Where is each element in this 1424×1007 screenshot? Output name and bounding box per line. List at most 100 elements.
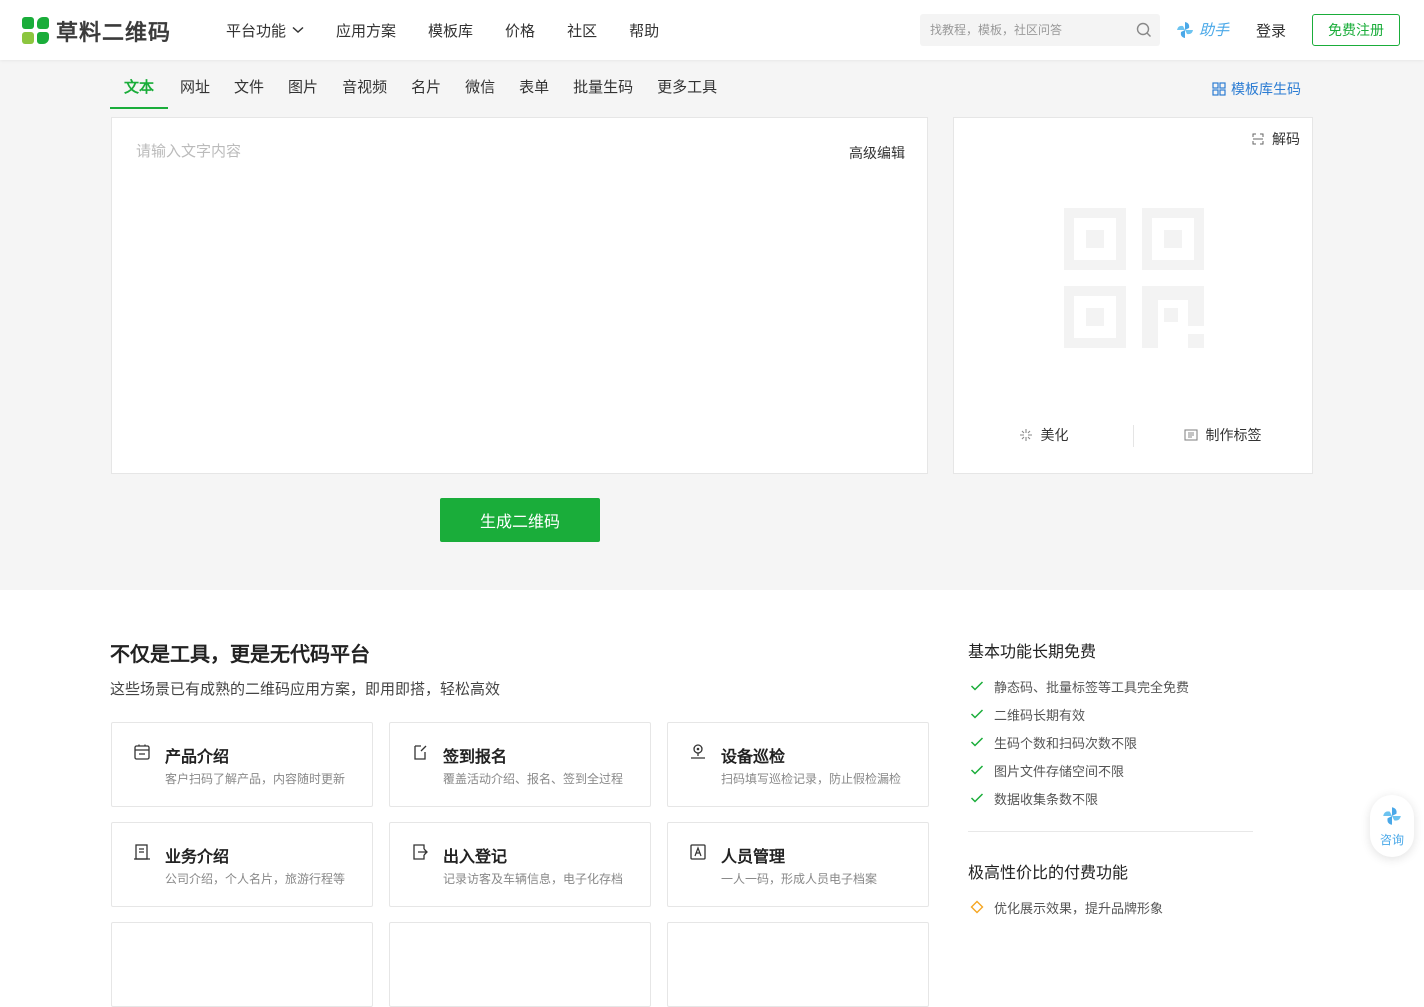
login-link[interactable]: 登录 [1256, 20, 1286, 41]
card-description: 公司介绍，个人名片，旅游行程等 [165, 872, 346, 886]
solution-card-business[interactable]: 业务介绍 公司介绍，个人名片，旅游行程等 [111, 822, 373, 907]
nav-label: 平台功能 [226, 22, 287, 40]
tab-file[interactable]: 文件 [222, 60, 276, 108]
solution-card-partial[interactable] [389, 922, 651, 1007]
consult-label: 咨询 [1379, 832, 1404, 847]
text-editor-panel: 高级编辑 [111, 117, 928, 474]
nav-community[interactable]: 社区 [567, 20, 597, 41]
card-title: 产品介绍 [165, 749, 230, 766]
advanced-edit-button[interactable]: 高级编辑 [849, 143, 905, 163]
nav-solutions[interactable]: 应用方案 [336, 20, 396, 41]
search-icon[interactable] [1136, 22, 1152, 38]
personnel-icon [690, 844, 706, 860]
card-description: 一人一码，形成人员电子档案 [721, 872, 878, 886]
card-title: 人员管理 [721, 849, 786, 866]
nav-pricing[interactable]: 价格 [505, 20, 535, 41]
tab-text[interactable]: 文本 [110, 60, 169, 109]
nav-label: 社区 [567, 22, 598, 40]
tab-image[interactable]: 图片 [276, 60, 330, 108]
logo[interactable]: 草料二维码 [22, 15, 171, 47]
diamond-icon [970, 900, 984, 914]
scan-icon [1252, 133, 1264, 145]
check-icon [970, 709, 984, 719]
card-title: 业务介绍 [165, 849, 230, 866]
feature-text: 二维码长期有效 [994, 707, 1086, 723]
feature-text: 静态码、批量标签等工具完全免费 [994, 679, 1190, 695]
card-title: 设备巡检 [721, 749, 786, 766]
free-features-list: 静态码、批量标签等工具完全免费 二维码长期有效 生码个数和扫码次数不限 图片文件… [970, 672, 1189, 812]
grid-icon [1212, 82, 1226, 96]
tab-audio-video[interactable]: 音视频 [330, 60, 399, 108]
free-features-title: 基本功能长期免费 [968, 644, 1097, 661]
qr-placeholder-icon [1064, 208, 1204, 348]
list-item: 优化展示效果，提升品牌形象 [970, 893, 1163, 921]
signup-icon [414, 745, 427, 760]
list-item: 数据收集条数不限 [970, 784, 1189, 812]
tab-batch[interactable]: 批量生码 [561, 60, 645, 108]
check-icon [970, 737, 984, 747]
feature-text: 优化展示效果，提升品牌形象 [994, 900, 1164, 916]
solution-card-partial[interactable] [667, 922, 929, 1007]
feature-text: 生码个数和扫码次数不限 [994, 735, 1138, 751]
card-description: 覆盖活动介绍、报名、签到全过程 [443, 772, 624, 786]
solution-card-access[interactable]: 出入登记 记录访客及车辆信息，电子化存档 [389, 822, 651, 907]
consult-button[interactable]: 咨询 [1370, 795, 1414, 857]
text-content-input[interactable] [136, 140, 816, 440]
tab-url[interactable]: 网址 [168, 60, 222, 108]
content-type-tabs: 文本 网址 文件 图片 音视频 名片 微信 表单 批量生码 更多工具 [110, 60, 729, 109]
paid-features-title: 极高性价比的付费功能 [968, 865, 1129, 882]
beautify-button[interactable]: 美化 [954, 425, 1133, 445]
solution-card-personnel[interactable]: 人员管理 一人一码，形成人员电子档案 [667, 822, 929, 907]
card-title: 签到报名 [443, 749, 508, 766]
template-generate-link[interactable]: 模板库生码 [1212, 79, 1301, 99]
paid-features-list: 优化展示效果，提升品牌形象 [970, 893, 1163, 921]
make-label-button[interactable]: 制作标签 [1133, 425, 1312, 445]
platform-title: 不仅是工具，更是无代码平台 [110, 644, 370, 666]
label-icon [1183, 429, 1198, 441]
sparkle-icon [1019, 429, 1032, 441]
decode-button[interactable]: 解码 [1252, 129, 1300, 149]
feature-text: 数据收集条数不限 [994, 791, 1099, 807]
logo-icon [22, 17, 50, 45]
top-header: 草料二维码 平台功能 应用方案 模板库 价格 社区 帮助 助手 登录 免费注册 [0, 0, 1424, 60]
nav-label: 模板库 [428, 22, 474, 40]
solution-card-inspection[interactable]: 设备巡检 扫码填写巡检记录，防止假检漏检 [667, 722, 929, 807]
tab-wechat[interactable]: 微信 [453, 60, 507, 108]
card-description: 记录访客及车辆信息，电子化存档 [443, 872, 624, 886]
pinwheel-icon [1383, 806, 1401, 825]
check-icon [970, 765, 984, 775]
nav-templates[interactable]: 模板库 [428, 20, 473, 41]
make-label-label: 制作标签 [1205, 427, 1262, 443]
check-icon [970, 793, 984, 803]
tab-more-tools[interactable]: 更多工具 [645, 60, 729, 108]
logo-text: 草料二维码 [56, 20, 172, 45]
business-icon [134, 844, 150, 860]
feature-text: 图片文件存储空间不限 [994, 763, 1125, 779]
tab-form[interactable]: 表单 [507, 60, 561, 108]
assistant-button[interactable]: 助手 [1175, 19, 1229, 40]
search-box [920, 14, 1160, 46]
list-item: 生码个数和扫码次数不限 [970, 728, 1189, 756]
solution-card-partial[interactable] [111, 922, 373, 1007]
beautify-label: 美化 [1040, 427, 1069, 443]
card-title: 出入登记 [443, 849, 508, 866]
register-button[interactable]: 免费注册 [1312, 14, 1400, 46]
solution-card-product[interactable]: 产品介绍 客户扫码了解产品，内容随时更新 [111, 722, 373, 807]
list-item: 二维码长期有效 [970, 700, 1189, 728]
card-description: 客户扫码了解产品，内容随时更新 [165, 772, 346, 786]
search-input[interactable] [920, 23, 1120, 37]
card-description: 扫码填写巡检记录，防止假检漏检 [721, 772, 902, 786]
nav-label: 帮助 [629, 22, 660, 40]
inspection-icon [691, 744, 705, 759]
nav-label: 价格 [505, 22, 536, 40]
tab-business-card[interactable]: 名片 [399, 60, 453, 108]
access-icon [413, 844, 428, 860]
nav-help[interactable]: 帮助 [629, 20, 659, 41]
check-icon [970, 681, 984, 691]
solution-card-signup[interactable]: 签到报名 覆盖活动介绍、报名、签到全过程 [389, 722, 651, 807]
qr-preview-panel: 解码 美化 制作标签 [953, 117, 1313, 474]
nav-platform-features[interactable]: 平台功能 [226, 20, 304, 41]
chevron-down-icon [292, 26, 304, 34]
divider [1133, 425, 1134, 447]
generate-qr-button[interactable]: 生成二维码 [440, 498, 600, 542]
